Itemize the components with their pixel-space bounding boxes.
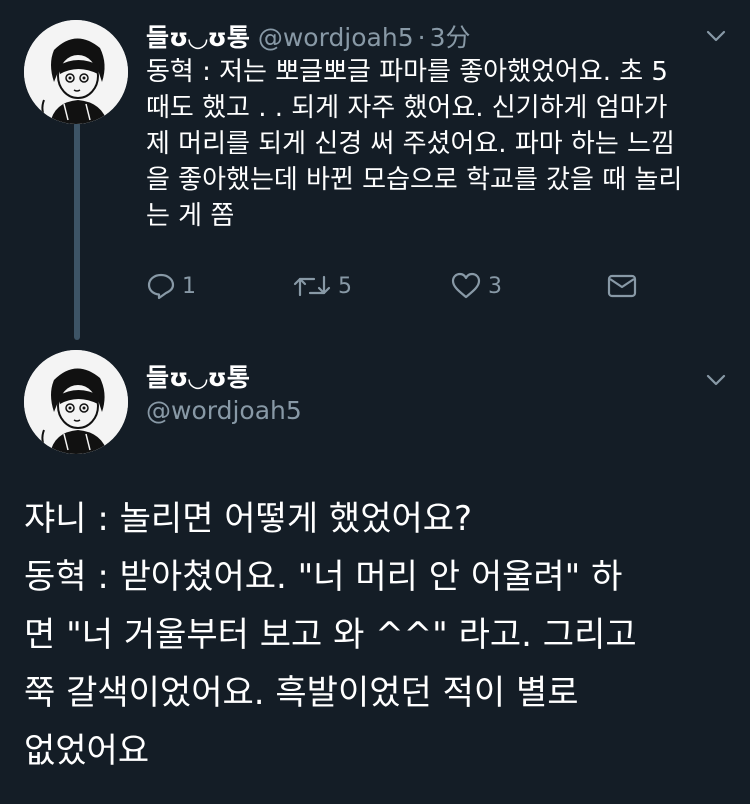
display-name[interactable]: 들ʊ◡ʊ통 [146, 18, 250, 54]
like-count: 3 [488, 273, 502, 299]
tweet-text-line: 없었어요 [24, 731, 150, 771]
tweet-text: 동혁 : 저는 뽀글뽀글 파마를 좋아했었어요. 초 5 때도 했고 . . 되… [146, 54, 726, 234]
avatar-illustration-icon [24, 20, 128, 124]
tweet-text-line: 때도 했고 . . 되게 자주 했어요. 신기하게 엄마가 [146, 93, 668, 123]
user-handle[interactable]: @wordjoah5 [258, 23, 414, 52]
avatar[interactable] [24, 20, 128, 124]
tweet-actions: 1 5 3 [146, 266, 646, 306]
thread-connector-line [74, 122, 80, 340]
chevron-down-icon[interactable] [704, 24, 728, 48]
like-button[interactable]: 3 [450, 266, 502, 306]
display-name[interactable]: 들ʊ◡ʊ통 [146, 358, 250, 394]
tweet-header: 들ʊ◡ʊ통 @wordjoah5 · 3分 [146, 18, 470, 54]
tweet-text: 쟈니 : 놀리면 어떻게 했었어요? 동혁 : 받아쳤어요. "너 머리 안 어… [24, 490, 734, 780]
retweet-count: 5 [338, 273, 352, 299]
tweet-text-line: 동혁 : 받아쳤어요. "너 머리 안 어울려" 하 [24, 557, 623, 597]
tweet-text-line: 쟈니 : 놀리면 어떻게 했었어요? [24, 499, 473, 539]
reply-icon [147, 273, 175, 300]
heart-icon [451, 272, 481, 299]
tweet-text-line: 면 "너 거울부터 보고 와 ^^" 라고. 그리고 [24, 615, 637, 655]
avatar[interactable] [24, 350, 128, 454]
tweet-text-line: 을 좋아했는데 바뀐 모습으로 학교를 갔을 때 놀리 [146, 165, 683, 195]
reply-button[interactable]: 1 [146, 266, 196, 306]
tweet-timestamp[interactable]: 3分 [430, 18, 471, 54]
direct-message-button[interactable] [606, 266, 638, 306]
envelope-icon [607, 274, 637, 298]
retweet-icon [293, 275, 331, 297]
avatar-illustration-icon [24, 350, 128, 454]
tweet-text-line: 는 게 쫌 [146, 201, 235, 231]
chevron-down-icon[interactable] [704, 368, 728, 392]
separator-dot: · [417, 23, 426, 52]
tweet-text-line: 쭉 갈색이었어요. 흑발이었던 적이 별로 [24, 673, 579, 713]
tweet-text-line: 제 머리를 되게 신경 써 주셨어요. 파마 하는 느낌 [146, 129, 675, 159]
retweet-button[interactable]: 5 [292, 266, 352, 306]
user-handle[interactable]: @wordjoah5 [146, 396, 302, 425]
tweet-text-line: 동혁 : 저는 뽀글뽀글 파마를 좋아했었어요. 초 5 [146, 57, 668, 87]
reply-count: 1 [182, 273, 196, 299]
